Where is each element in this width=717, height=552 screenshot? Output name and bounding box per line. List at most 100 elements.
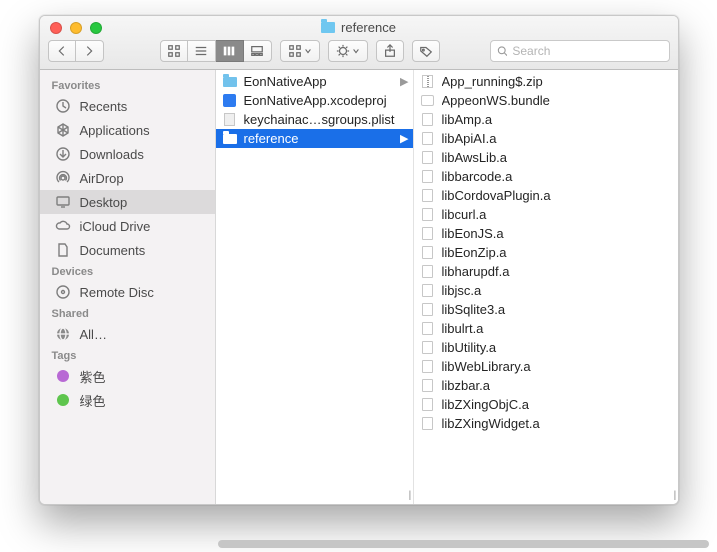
- sidebar-item-label: Downloads: [80, 147, 144, 162]
- file-icon: [420, 379, 436, 392]
- sidebar-item-icloud-drive[interactable]: iCloud Drive: [40, 214, 215, 238]
- file-row[interactable]: libulrt.a: [414, 319, 678, 338]
- sidebar-item-label: Applications: [80, 123, 150, 138]
- file-row[interactable]: AppeonWS.bundle: [414, 91, 678, 110]
- file-row[interactable]: libzbar.a: [414, 376, 678, 395]
- file-label: libWebLibrary.a: [442, 359, 674, 374]
- minimize-button[interactable]: [70, 22, 82, 34]
- file-icon: [420, 132, 436, 145]
- back-button[interactable]: [48, 40, 76, 62]
- file-row[interactable]: EonNativeApp ▶: [216, 72, 413, 91]
- sidebar-section-header: Favorites: [40, 76, 215, 94]
- disc-icon: [54, 284, 72, 300]
- file-row[interactable]: libEonJS.a: [414, 224, 678, 243]
- sidebar-item-desktop[interactable]: Desktop: [40, 190, 215, 214]
- file-row[interactable]: libAwsLib.a: [414, 148, 678, 167]
- file-row[interactable]: libSqlite3.a: [414, 300, 678, 319]
- finder-window: reference: [39, 15, 679, 505]
- downloads-icon: [54, 146, 72, 162]
- folder-icon: [222, 77, 238, 87]
- file-row[interactable]: reference▶: [216, 129, 413, 148]
- file-label: libCordovaPlugin.a: [442, 188, 674, 203]
- sidebar-item-documents[interactable]: Documents: [40, 238, 215, 262]
- sidebar-item-label: Documents: [80, 243, 146, 258]
- file-row[interactable]: keychainac…sgroups.plist: [216, 110, 413, 129]
- icloud-icon: [54, 218, 72, 234]
- documents-icon: [54, 242, 72, 258]
- file-label: libAmp.a: [442, 112, 674, 127]
- file-row[interactable]: EonNativeApp.xcodeproj: [216, 91, 413, 110]
- sidebar-item-recents[interactable]: Recents: [40, 94, 215, 118]
- recents-icon: [54, 98, 72, 114]
- file-label: libZXingObjC.a: [442, 397, 674, 412]
- column-1: App_running$.zipAppeonWS.bundle libAmp.a l…: [414, 70, 678, 504]
- file-label: libcurl.a: [442, 207, 674, 222]
- sidebar-section-header: Devices: [40, 262, 215, 280]
- sidebar-item-label: 紫色: [80, 367, 106, 386]
- sidebar-section-header: Tags: [40, 346, 215, 364]
- action-button[interactable]: [328, 40, 368, 62]
- disclosure-arrow-icon: ▶: [400, 75, 408, 88]
- file-icon: [420, 341, 436, 354]
- file-icon: [420, 360, 436, 373]
- file-label: libAwsLib.a: [442, 150, 674, 165]
- sidebar-item--[interactable]: 绿色: [40, 388, 215, 412]
- arrange-button[interactable]: [280, 40, 320, 62]
- titlebar: reference: [40, 16, 678, 70]
- file-row[interactable]: libharupdf.a: [414, 262, 678, 281]
- file-row[interactable]: libZXingWidget.a: [414, 414, 678, 433]
- gallery-view-button[interactable]: [244, 40, 272, 62]
- sidebar-item-airdrop[interactable]: AirDrop: [40, 166, 215, 190]
- search-input[interactable]: [512, 44, 662, 58]
- file-label: EonNativeApp: [244, 74, 395, 89]
- sidebar-item-label: AirDrop: [80, 171, 124, 186]
- file-icon: [420, 398, 436, 411]
- sidebar-item-downloads[interactable]: Downloads: [40, 142, 215, 166]
- file-label: libApiAI.a: [442, 131, 674, 146]
- folder-icon: [222, 134, 238, 144]
- forward-button[interactable]: [76, 40, 104, 62]
- file-label: libEonZip.a: [442, 245, 674, 260]
- file-row[interactable]: libEonZip.a: [414, 243, 678, 262]
- close-button[interactable]: [50, 22, 62, 34]
- file-row[interactable]: libcurl.a: [414, 205, 678, 224]
- sidebar-item-all-[interactable]: All…: [40, 322, 215, 346]
- zoom-button[interactable]: [90, 22, 102, 34]
- file-row[interactable]: libWebLibrary.a: [414, 357, 678, 376]
- icon-view-button[interactable]: [160, 40, 188, 62]
- sidebar-item--[interactable]: 紫色: [40, 364, 215, 388]
- column-resize-handle[interactable]: ||: [673, 490, 674, 501]
- file-row[interactable]: libCordovaPlugin.a: [414, 186, 678, 205]
- file-row[interactable]: libZXingObjC.a: [414, 395, 678, 414]
- column-view-button[interactable]: [216, 40, 244, 62]
- sidebar-item-remote-disc[interactable]: Remote Disc: [40, 280, 215, 304]
- file-label: libharupdf.a: [442, 264, 674, 279]
- file-icon: [420, 227, 436, 240]
- file-row[interactable]: libAmp.a: [414, 110, 678, 129]
- sidebar-item-applications[interactable]: Applications: [40, 118, 215, 142]
- column-resize-handle[interactable]: ||: [408, 490, 409, 501]
- bundle-icon: [420, 95, 436, 106]
- file-label: libzbar.a: [442, 378, 674, 393]
- file-row[interactable]: libbarcode.a: [414, 167, 678, 186]
- share-button[interactable]: [376, 40, 404, 62]
- sidebar-section-header: Shared: [40, 304, 215, 322]
- search-field[interactable]: [490, 40, 670, 62]
- file-row[interactable]: App_running$.zip: [414, 72, 678, 91]
- file-row[interactable]: libUtility.a: [414, 338, 678, 357]
- file-icon: [420, 303, 436, 316]
- window-controls: [50, 22, 102, 34]
- file-icon: [420, 284, 436, 297]
- file-label: libjsc.a: [442, 283, 674, 298]
- file-icon: [420, 322, 436, 335]
- tag-icon: [54, 370, 72, 382]
- file-icon: [420, 265, 436, 278]
- column-0: EonNativeApp ▶ EonNativeApp.xcodeproj keych…: [216, 70, 414, 504]
- toolbar: [40, 38, 678, 69]
- file-row[interactable]: libApiAI.a: [414, 129, 678, 148]
- plist-icon: [222, 113, 238, 126]
- list-view-button[interactable]: [188, 40, 216, 62]
- file-row[interactable]: libjsc.a: [414, 281, 678, 300]
- tags-button[interactable]: [412, 40, 440, 62]
- file-label: keychainac…sgroups.plist: [244, 112, 409, 127]
